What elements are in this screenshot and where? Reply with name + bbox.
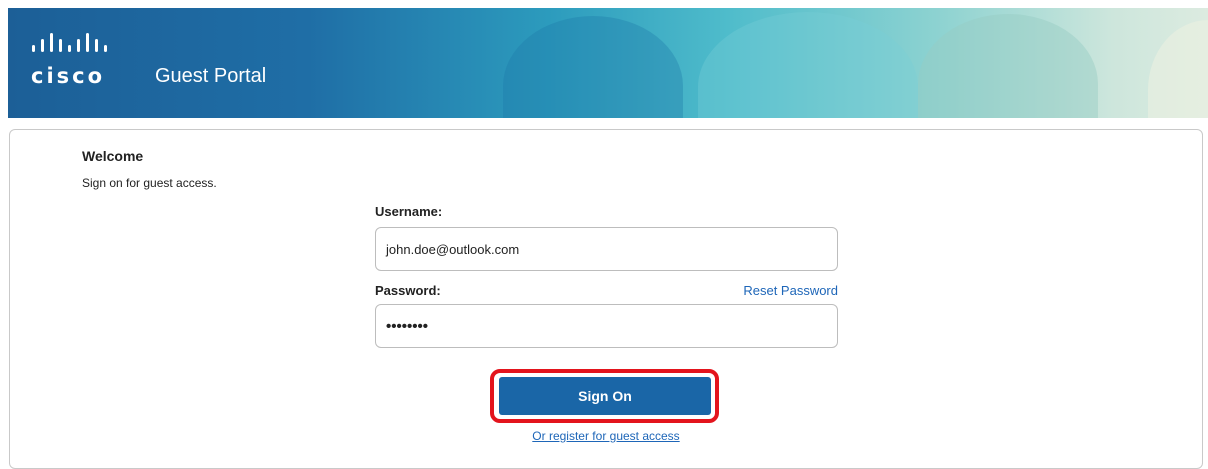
- reset-password-link[interactable]: Reset Password: [700, 283, 838, 298]
- password-label: Password:: [375, 283, 441, 298]
- header-decoration: [503, 16, 683, 118]
- welcome-heading: Welcome: [82, 148, 144, 164]
- welcome-subtitle: Sign on for guest access.: [82, 176, 217, 190]
- header-decoration: [1148, 20, 1208, 118]
- header-decoration: [698, 12, 918, 118]
- password-field[interactable]: ••••••••: [375, 304, 838, 348]
- username-field[interactable]: john.doe@outlook.com: [375, 227, 838, 271]
- username-label: Username:: [375, 204, 443, 219]
- cisco-logo: cisco: [30, 32, 130, 92]
- portal-title: Guest Portal: [155, 65, 267, 87]
- cisco-wordmark: cisco: [31, 64, 106, 88]
- register-link[interactable]: Or register for guest access: [500, 429, 712, 443]
- sign-on-button[interactable]: Sign On: [499, 377, 711, 415]
- header-decoration: [918, 14, 1098, 118]
- portal-header: cisco Guest Portal: [8, 8, 1208, 118]
- cisco-bars-icon: [32, 33, 107, 52]
